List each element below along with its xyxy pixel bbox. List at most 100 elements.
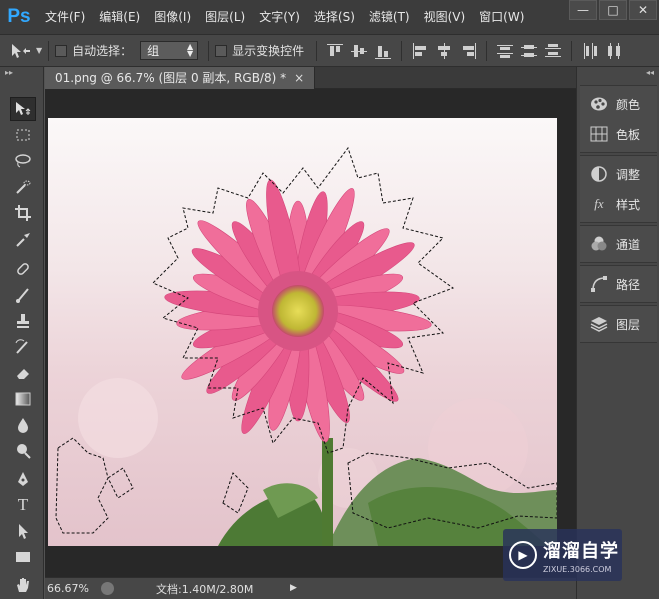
transform-controls-label: 显示变换控件 [232, 44, 305, 58]
menu-type[interactable]: 文字(Y) [252, 0, 307, 34]
watermark: ▶ 溜溜自学 ZIXUE.3066.COM [503, 529, 622, 581]
distribute-bottom-icon[interactable] [545, 43, 562, 59]
panel-swatches-label: 色板 [616, 127, 641, 142]
lasso-tool-icon[interactable] [10, 149, 36, 173]
path-selection-tool-icon[interactable] [10, 519, 36, 543]
menu-edit[interactable]: 编辑(E) [92, 0, 147, 34]
blur-tool-icon[interactable] [10, 413, 36, 437]
panel-adjustments-label: 调整 [616, 167, 641, 182]
panel-group-color: 颜色 色板 [580, 85, 657, 153]
separator [316, 40, 318, 61]
panel-layers[interactable]: 图层 [580, 312, 657, 336]
window-controls: — □ ✕ [567, 0, 657, 20]
panel-layers-label: 图层 [616, 317, 641, 332]
menu-layer[interactable]: 图层(L) [198, 0, 252, 34]
status-menu-arrow-icon[interactable]: ▶ [290, 583, 297, 593]
close-button[interactable]: ✕ [629, 0, 657, 20]
zoom-level[interactable]: 66.67% [45, 582, 95, 595]
panel-color[interactable]: 颜色 [580, 92, 657, 116]
history-brush-tool-icon[interactable] [10, 335, 36, 359]
separator [48, 40, 50, 61]
canvas-area[interactable] [45, 89, 576, 577]
menu-view[interactable]: 视图(V) [417, 0, 473, 34]
separator [401, 40, 403, 61]
adjustments-icon [590, 165, 608, 183]
status-info-icon[interactable] [101, 582, 114, 595]
distribute-hcenter-icon[interactable] [606, 42, 622, 59]
panel-channels-label: 通道 [616, 237, 641, 252]
collapse-dock-icon[interactable]: ◂◂ [577, 67, 659, 79]
menu-image[interactable]: 图像(I) [147, 0, 198, 34]
rectangle-tool-icon[interactable] [10, 545, 36, 569]
collapse-toolbox-icon[interactable]: ▸▸ [0, 67, 43, 79]
transform-controls-checkbox[interactable] [215, 44, 228, 57]
move-tool-icon[interactable] [10, 97, 36, 121]
move-tool-preset-icon[interactable] [8, 41, 34, 61]
brush-tool-icon[interactable] [10, 283, 36, 307]
pen-tool-icon[interactable] [10, 467, 36, 491]
hand-tool-icon[interactable] [10, 573, 36, 597]
document-size: 文档:1.40M/2.80M [156, 582, 254, 596]
healing-brush-tool-icon[interactable] [10, 257, 36, 281]
photoshop-logo: Ps [7, 6, 31, 27]
distribute-left-icon[interactable] [582, 42, 598, 59]
options-bar: ▼ 自动选择： 组 ▲ ▼ 显示变换控件 [0, 34, 659, 67]
watermark-text: 溜溜自学 [543, 540, 619, 562]
preset-dropdown-arrow-icon[interactable]: ▼ [36, 46, 42, 55]
panel-paths[interactable]: 路径 [580, 272, 657, 296]
status-bar: 66.67% 文档:1.40M/2.80M ▶ [45, 577, 576, 599]
align-bottom-icon[interactable] [375, 43, 392, 59]
menu-select[interactable]: 选择(S) [307, 0, 362, 34]
align-right-icon[interactable] [460, 42, 477, 59]
separator [208, 40, 210, 61]
menu-bar: Ps 文件(F) 编辑(E) 图像(I) 图层(L) 文字(Y) 选择(S) 滤… [0, 0, 659, 34]
menu-file[interactable]: 文件(F) [38, 0, 92, 34]
document-tab-title: 01.png @ 66.7% (图层 0 副本, RGB/8) * [55, 71, 287, 85]
close-document-icon[interactable]: × [294, 71, 304, 85]
watermark-subtext: ZIXUE.3066.COM [543, 564, 612, 574]
panel-styles[interactable]: fx 样式 [580, 192, 657, 216]
gradient-tool-icon[interactable] [10, 387, 36, 411]
separator [486, 40, 488, 61]
restore-button[interactable]: □ [599, 0, 627, 20]
panel-group-channels: 通道 [580, 225, 657, 263]
menu-window[interactable]: 窗口(W) [472, 0, 531, 34]
type-tool-icon[interactable]: T [10, 493, 36, 517]
panel-adjustments[interactable]: 调整 [580, 162, 657, 186]
auto-select-value: 组 [147, 44, 160, 58]
marquee-tool-icon[interactable] [10, 123, 36, 147]
separator [571, 40, 573, 61]
panel-group-adjustments: 调整 fx 样式 [580, 155, 657, 223]
tools-panel: ▸▸ T [0, 67, 44, 599]
flower-center [272, 285, 324, 337]
watermark-logo-icon: ▶ [509, 541, 537, 569]
panel-color-label: 颜色 [616, 97, 641, 112]
align-vcenter-icon[interactable] [351, 43, 368, 59]
panel-paths-label: 路径 [616, 277, 641, 292]
panel-channels[interactable]: 通道 [580, 232, 657, 256]
menu-filter[interactable]: 滤镜(T) [362, 0, 417, 34]
layers-icon [590, 315, 608, 333]
dropdown-arrows-icon: ▲ ▼ [187, 42, 194, 58]
panel-swatches[interactable]: 色板 [580, 122, 657, 146]
eyedropper-tool-icon[interactable] [10, 227, 36, 251]
crop-tool-icon[interactable] [10, 201, 36, 225]
document-canvas[interactable] [48, 118, 557, 546]
clone-stamp-tool-icon[interactable] [10, 309, 36, 333]
document-tab[interactable]: 01.png @ 66.7% (图层 0 副本, RGB/8) * × [45, 67, 316, 89]
eraser-tool-icon[interactable] [10, 361, 36, 385]
dodge-tool-icon[interactable] [10, 439, 36, 463]
minimize-button[interactable]: — [569, 0, 597, 20]
align-left-icon[interactable] [412, 42, 428, 59]
distribute-vcenter-icon[interactable] [521, 43, 538, 59]
palette-icon [590, 95, 608, 113]
panel-styles-label: 样式 [616, 197, 641, 212]
document-tab-bar: 01.png @ 66.7% (图层 0 副本, RGB/8) * × [45, 67, 576, 89]
align-top-icon[interactable] [327, 43, 344, 59]
quick-selection-tool-icon[interactable] [10, 175, 36, 199]
auto-select-checkbox[interactable] [55, 44, 68, 57]
distribute-top-icon[interactable] [497, 43, 514, 59]
align-hcenter-icon[interactable] [436, 42, 452, 59]
panel-group-paths: 路径 [580, 265, 657, 303]
auto-select-dropdown[interactable]: 组 ▲ ▼ [140, 41, 199, 60]
